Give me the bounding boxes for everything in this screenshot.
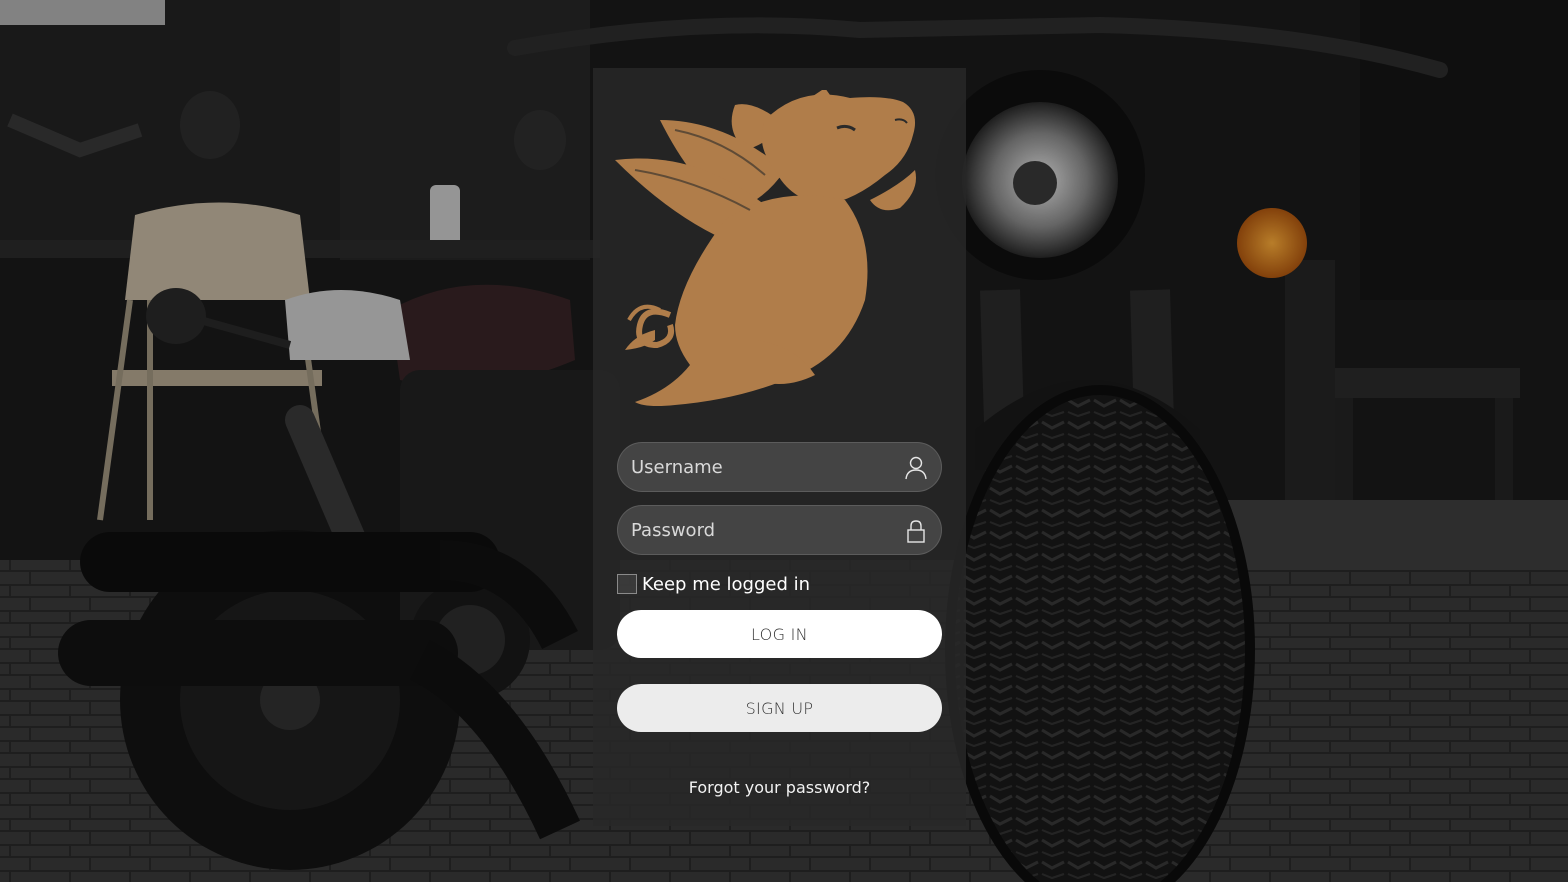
keep-logged-in[interactable]: Keep me logged in	[617, 573, 810, 595]
login-button[interactable]: LOG IN	[617, 610, 942, 658]
password-input[interactable]	[618, 506, 941, 554]
username-field[interactable]	[617, 442, 942, 492]
flying-pig-logo	[615, 90, 916, 406]
keep-logged-in-label: Keep me logged in	[642, 573, 811, 595]
signup-button[interactable]: SIGN UP	[617, 684, 942, 732]
forgot-password-link[interactable]: Forgot your password?	[593, 778, 966, 797]
password-field[interactable]	[617, 505, 942, 555]
login-panel: Keep me logged in LOG IN SIGN UP Forgot …	[593, 68, 966, 826]
keep-logged-in-checkbox[interactable]	[617, 574, 637, 594]
lock-icon	[907, 520, 925, 543]
user-icon	[905, 456, 927, 480]
username-input[interactable]	[618, 443, 941, 491]
